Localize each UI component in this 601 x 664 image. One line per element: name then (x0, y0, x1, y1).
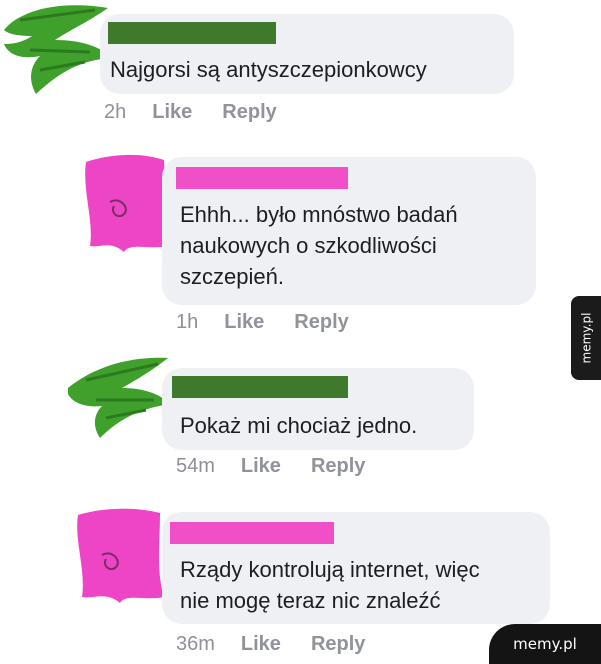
reply-button[interactable]: Reply (294, 311, 348, 334)
pink-scribble-avatar-icon (77, 508, 164, 603)
reply-button[interactable]: Reply (311, 633, 365, 656)
comment-bubble: Rządy kontrolują internet, więc nie mogę… (162, 512, 550, 624)
comment-time: 36m (176, 633, 215, 655)
comment-time: 54m (176, 455, 215, 477)
pink-scribble-avatar-icon (85, 154, 168, 252)
comment-text: Ehhh... było mnóstwo badań naukowych o s… (180, 202, 458, 289)
comment-actions: 54m Like Reply (176, 455, 395, 478)
like-button[interactable]: Like (152, 101, 192, 124)
comment-actions: 36m Like Reply (176, 633, 395, 656)
like-button[interactable]: Like (224, 311, 264, 334)
comment-text: Pokaż mi chociaż jedno. (180, 413, 418, 438)
comment-text: Najgorsi są antyszczepionkowcy (110, 57, 427, 82)
comment-time: 1h (176, 311, 199, 333)
reply-button[interactable]: Reply (311, 455, 365, 478)
side-watermark-text: memy.pl (579, 312, 594, 364)
comment-actions: 1h Like Reply (176, 311, 379, 334)
green-scribble-avatar-icon (4, 5, 112, 95)
like-button[interactable]: Like (241, 455, 281, 478)
corner-watermark: memy.pl (489, 624, 601, 664)
comment-actions: 2h Like Reply (104, 101, 307, 124)
comment-bubble: Najgorsi są antyszczepionkowcy (100, 14, 514, 94)
like-button[interactable]: Like (241, 633, 281, 656)
comment-text: Rządy kontrolują internet, więc nie mogę… (180, 557, 480, 613)
comment-time: 2h (104, 101, 127, 123)
side-watermark: memy.pl (571, 296, 601, 380)
redacted-name-bar (170, 522, 334, 544)
comment-bubble: Pokaż mi chociaż jedno. (162, 368, 474, 450)
comment-bubble: Ehhh... było mnóstwo badań naukowych o s… (162, 157, 536, 305)
corner-watermark-text: memy.pl (513, 635, 577, 653)
redacted-name-bar (108, 22, 276, 44)
redacted-name-bar (172, 376, 348, 398)
green-scribble-avatar-icon (68, 357, 170, 438)
redacted-name-bar (176, 167, 348, 189)
reply-button[interactable]: Reply (222, 101, 276, 124)
